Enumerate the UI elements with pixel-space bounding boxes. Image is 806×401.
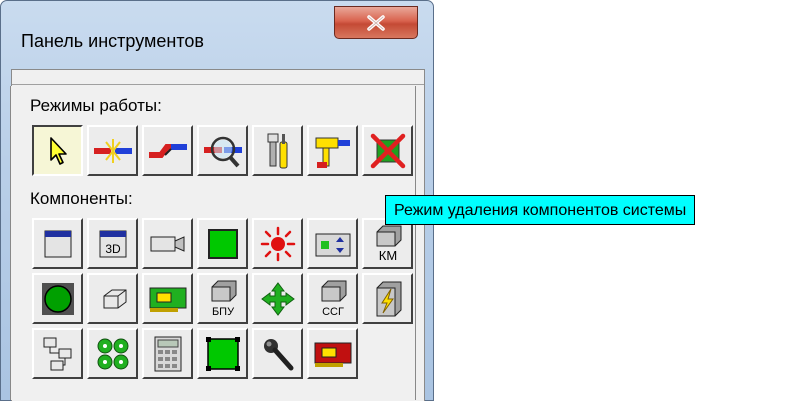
eraser-cube-icon [103, 289, 126, 308]
red-sun-icon [260, 226, 295, 261]
display-arrows-icon [315, 233, 350, 256]
component-square-corners-button[interactable] [197, 328, 248, 379]
camera-icon [150, 235, 184, 252]
component-bpu-button[interactable]: БПУ [197, 273, 248, 324]
title-bar[interactable]: Панель инструментов [1, 1, 433, 51]
mode-paint-button[interactable] [307, 125, 358, 176]
modes-grid [30, 123, 415, 178]
separator [12, 84, 424, 85]
pointer-arrow-icon [49, 136, 67, 165]
mode-inspect-button[interactable] [197, 125, 248, 176]
close-button[interactable] [334, 6, 418, 39]
tooltip: Режим удаления компонентов системы [385, 195, 696, 225]
component-lightning-button[interactable] [362, 273, 413, 324]
km-box-icon: КМ [376, 225, 401, 263]
green-square-corners-icon [205, 336, 240, 371]
component-arrows-button[interactable] [252, 273, 303, 324]
paint-bucket-icon [315, 137, 350, 168]
component-eraser-button[interactable] [87, 273, 138, 324]
close-icon [367, 14, 385, 31]
component-red-board-button[interactable] [307, 328, 358, 379]
link-break-icon [148, 143, 187, 158]
microphone-icon [263, 338, 293, 370]
mode-connect-button[interactable] [87, 125, 138, 176]
component-window-button[interactable] [32, 218, 83, 269]
hierarchy-icon [43, 337, 71, 370]
mode-delete-button[interactable] [362, 125, 413, 176]
component-board-button[interactable] [142, 273, 193, 324]
km-label: КМ [378, 248, 396, 263]
red-board-icon [314, 342, 351, 367]
component-green-circle-button[interactable] [32, 273, 83, 324]
component-microphone-button[interactable] [252, 328, 303, 379]
lightning-panel-icon [376, 281, 401, 316]
modes-label: Режимы работы: [30, 96, 162, 115]
component-sun-button[interactable] [252, 218, 303, 269]
component-display-button[interactable] [307, 218, 358, 269]
calculator-icon [154, 336, 181, 371]
bpu-label: БПУ [211, 306, 234, 318]
components-grid: 3D КМ БПУ ССГ [30, 216, 415, 381]
green-square-icon [207, 228, 238, 259]
component-camera-button[interactable] [142, 218, 193, 269]
component-ssg-button[interactable]: ССГ [307, 273, 358, 324]
mode-select-button[interactable] [32, 125, 83, 176]
window-panel-icon [44, 230, 71, 257]
ssg-label: ССГ [322, 306, 344, 318]
3d-label: 3D [105, 242, 121, 256]
component-green-square-button[interactable] [197, 218, 248, 269]
link-connect-icon [93, 138, 132, 163]
ssg-box-icon: ССГ [321, 280, 346, 318]
tool-panel: Режимы работы: Компоненты: 3D КМ БПУ ССГ [10, 86, 416, 400]
green-circle-icon [41, 282, 74, 315]
component-hierarchy-button[interactable] [32, 328, 83, 379]
component-3d-button[interactable]: 3D [87, 218, 138, 269]
components-label: Компоненты: [30, 189, 133, 208]
delete-red-x-icon [370, 133, 405, 168]
3d-panel-icon: 3D [99, 230, 126, 257]
bpu-box-icon: БПУ [211, 280, 236, 318]
window-title: Панель инструментов [21, 31, 204, 51]
green-arrows-icon [260, 281, 295, 316]
component-circles-button[interactable] [87, 328, 138, 379]
mode-properties-button[interactable] [252, 125, 303, 176]
mode-break-button[interactable] [142, 125, 193, 176]
tools-properties-icon [267, 133, 287, 168]
four-green-circles-icon [97, 338, 128, 369]
component-calculator-button[interactable] [142, 328, 193, 379]
magnify-link-icon [203, 136, 242, 167]
board-card-icon [149, 287, 186, 312]
